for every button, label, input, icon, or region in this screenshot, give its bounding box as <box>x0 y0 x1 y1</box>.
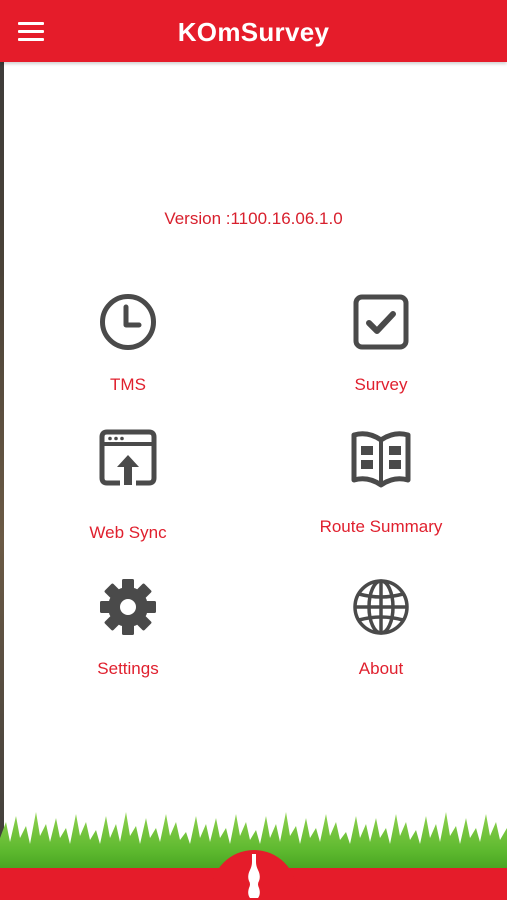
survey-label: Survey <box>354 375 408 394</box>
checkbox-icon <box>353 294 409 350</box>
tms-label: TMS <box>110 375 146 394</box>
tms-button[interactable]: TMS <box>68 292 188 402</box>
app-bar: KOmSurvey <box>0 0 507 62</box>
globe-icon <box>353 579 409 635</box>
gear-icon <box>100 579 156 635</box>
left-edge <box>0 0 4 900</box>
route-summary-button[interactable]: Route Summary <box>301 428 461 540</box>
book-icon <box>351 431 411 488</box>
settings-label: Settings <box>97 659 159 678</box>
route-summary-label: Route Summary <box>319 517 443 536</box>
web-sync-button[interactable]: Web Sync <box>68 428 188 546</box>
clock-icon <box>100 294 156 350</box>
version-text: Version :1100.16.06.1.0 <box>164 209 343 228</box>
web-sync-label: Web Sync <box>89 523 167 542</box>
survey-button[interactable]: Survey <box>321 292 441 402</box>
upload-window-icon <box>99 429 157 486</box>
bottle-icon <box>248 854 260 898</box>
app-title: KOmSurvey <box>177 17 330 47</box>
about-button[interactable]: About <box>321 576 441 686</box>
settings-button[interactable]: Settings <box>68 576 188 686</box>
about-label: About <box>358 659 404 678</box>
